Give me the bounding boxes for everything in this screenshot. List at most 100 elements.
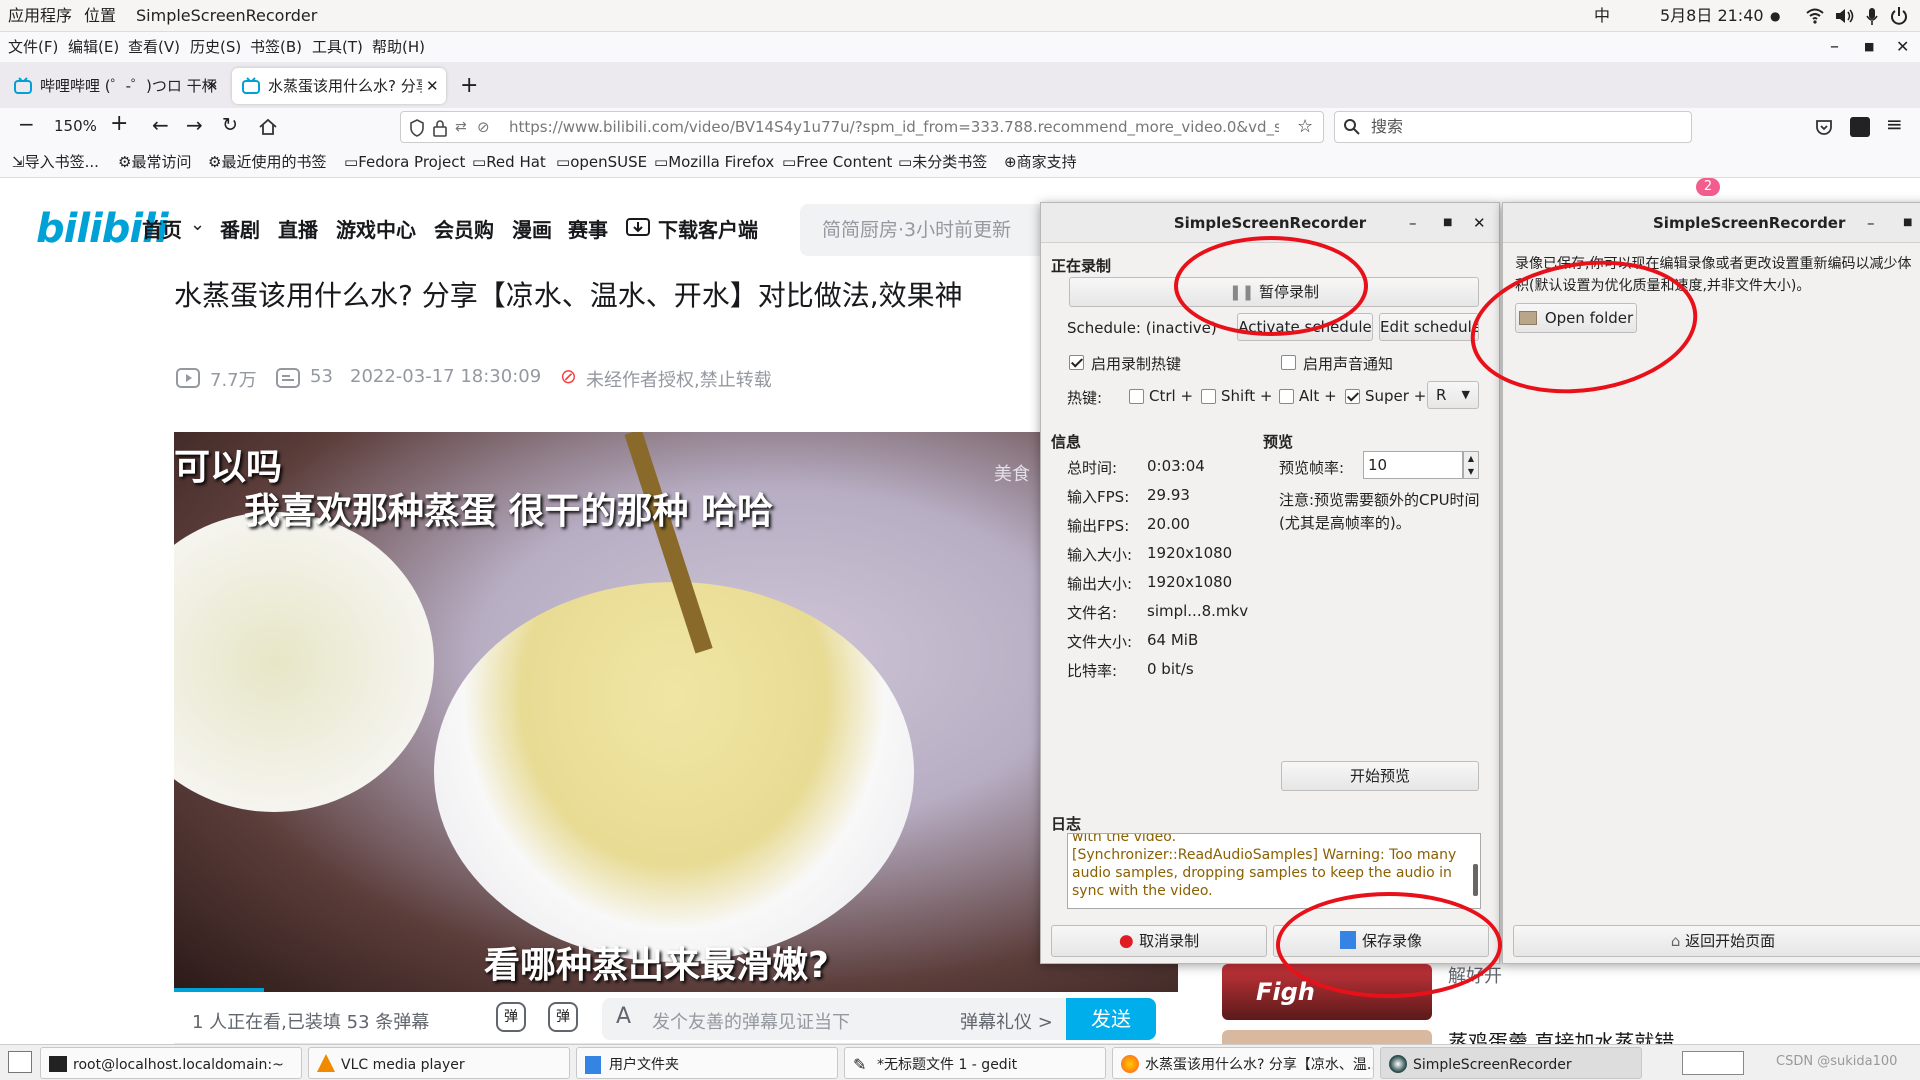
permissions-icon[interactable]: ⇄ bbox=[455, 112, 467, 142]
cancel-recording-button[interactable]: ● 取消录制 bbox=[1051, 925, 1267, 957]
tab-close-icon[interactable]: ✕ bbox=[206, 68, 219, 104]
volume-icon[interactable] bbox=[1834, 0, 1854, 32]
power-icon[interactable] bbox=[1890, 0, 1908, 32]
bookmark-mozilla[interactable]: ▭ Mozilla Firefox bbox=[654, 146, 774, 178]
site-nav-download-client[interactable]: 下载客户端 bbox=[658, 214, 758, 243]
menu-help[interactable]: 帮助(H) bbox=[372, 32, 425, 62]
bookmark-fedora[interactable]: ▭ Fedora Project bbox=[344, 146, 465, 178]
shield-icon[interactable] bbox=[409, 119, 425, 137]
site-nav-shop[interactable]: 会员购 bbox=[434, 214, 494, 243]
taskbar-firefox[interactable]: 水蒸蛋该用什么水? 分享【凉水、温... bbox=[1112, 1047, 1374, 1079]
home-icon[interactable] bbox=[258, 117, 278, 137]
spinner-arrows-icon[interactable]: ▲ ▼ bbox=[1463, 451, 1479, 479]
back-to-start-button[interactable]: ⌂ 返回开始页面 bbox=[1513, 925, 1920, 957]
taskbar-vlc[interactable]: VLC media player bbox=[308, 1047, 570, 1079]
hotkey-enable-checkbox[interactable] bbox=[1069, 355, 1084, 370]
menu-bookmarks[interactable]: 书签(B) bbox=[250, 32, 302, 62]
microphone-icon[interactable] bbox=[1864, 0, 1880, 32]
wifi-icon[interactable] bbox=[1806, 0, 1824, 32]
bookmark-star-icon[interactable]: ☆ bbox=[1297, 112, 1313, 142]
tab-bilibili-home[interactable]: 哔哩哔哩 (゜-゜)つロ 干杯 ✕ bbox=[4, 68, 230, 104]
maximize-icon[interactable]: ■ bbox=[1443, 203, 1452, 243]
super-checkbox[interactable] bbox=[1345, 389, 1360, 404]
web-search-input[interactable]: 搜索 bbox=[1334, 111, 1692, 143]
site-nav-games[interactable]: 游戏中心 bbox=[336, 214, 416, 243]
video-player[interactable]: 可以吗 我喜欢那种蒸蛋 很干的那种 哈哈 美食 看哪种蒸出来最滑嫩? bbox=[174, 432, 1178, 992]
bookmark-free-content[interactable]: ▭ Free Content bbox=[782, 146, 892, 178]
site-nav-manga[interactable]: 漫画 bbox=[512, 214, 552, 243]
log-scrollbar[interactable] bbox=[1473, 864, 1478, 896]
workspace-switcher[interactable] bbox=[1682, 1051, 1744, 1075]
video-progress[interactable] bbox=[174, 988, 264, 992]
bookmark-import[interactable]: ⇲ 导入书签... bbox=[12, 146, 99, 178]
site-nav-anime[interactable]: 番剧 bbox=[220, 214, 260, 243]
reload-icon[interactable]: ↻ bbox=[222, 114, 238, 136]
notification-badge[interactable]: 2 bbox=[1696, 178, 1720, 196]
site-nav-live[interactable]: 直播 bbox=[278, 214, 318, 243]
show-desktop-icon[interactable] bbox=[8, 1051, 32, 1073]
tab-video-active[interactable]: 水蒸蛋该用什么水? 分享 ✕ bbox=[232, 68, 446, 104]
danmaku-input[interactable]: A 发个友善的弹幕见证当下 弹幕礼仪 > bbox=[602, 998, 1134, 1040]
start-preview-button[interactable]: 开始预览 bbox=[1281, 761, 1479, 791]
menu-history[interactable]: 历史(S) bbox=[190, 32, 241, 62]
menu-tools[interactable]: 工具(T) bbox=[312, 32, 363, 62]
close-icon[interactable]: ✕ bbox=[1896, 32, 1909, 62]
bookmark-redhat[interactable]: ▭ Red Hat bbox=[472, 146, 546, 178]
close-icon[interactable]: ✕ bbox=[1473, 203, 1486, 243]
applications-menu[interactable]: 应用程序 bbox=[8, 0, 72, 32]
bookmark-recent[interactable]: ⚙ 最近使用的书签 bbox=[208, 146, 326, 178]
minimize-icon[interactable]: – bbox=[1409, 203, 1417, 243]
menu-file[interactable]: 文件(F) bbox=[8, 32, 58, 62]
places-menu[interactable]: 位置 bbox=[84, 0, 116, 32]
bookmark-unsorted[interactable]: ▭ 未分类书签 bbox=[898, 146, 987, 178]
taskbar-gedit[interactable]: ✎ *无标题文件 1 - gedit bbox=[844, 1047, 1106, 1079]
url-text[interactable]: https://www.bilibili.com/video/BV14S4y1u… bbox=[509, 112, 1279, 142]
recommend-title[interactable]: 蒸鸡蛋羹,直接加水蒸就错 bbox=[1448, 1026, 1674, 1044]
back-arrow-icon[interactable]: ← bbox=[152, 113, 169, 137]
zoom-out-button[interactable]: − bbox=[18, 112, 35, 136]
minimize-icon[interactable]: – bbox=[1830, 32, 1839, 62]
menu-edit[interactable]: 编辑(E) bbox=[68, 32, 119, 62]
maximize-icon[interactable]: ■ bbox=[1864, 32, 1874, 62]
taskbar-ssr[interactable]: SimpleScreenRecorder bbox=[1380, 1047, 1642, 1079]
clock[interactable]: 5月8日 21:40 bbox=[1660, 0, 1764, 32]
pocket-icon[interactable] bbox=[1814, 117, 1834, 137]
bookmark-most-visited[interactable]: ⚙ 最常访问 bbox=[118, 146, 191, 178]
send-danmaku-button[interactable]: 发送 bbox=[1066, 998, 1156, 1040]
extension-icon[interactable] bbox=[1850, 117, 1870, 137]
zoom-level[interactable]: 150% bbox=[54, 117, 97, 135]
taskbar-files[interactable]: 用户文件夹 bbox=[576, 1047, 838, 1079]
chevron-down-icon[interactable]: ⌄ bbox=[190, 214, 205, 235]
text-style-icon[interactable]: A bbox=[616, 1004, 631, 1029]
danmaku-toggle-icon[interactable]: 弹 bbox=[496, 1002, 526, 1032]
download-icon[interactable] bbox=[626, 216, 650, 238]
new-tab-button[interactable]: + bbox=[460, 68, 478, 104]
site-search-input[interactable]: 简简厨房·3小时前更新 bbox=[800, 204, 1050, 256]
forward-arrow-icon[interactable]: → bbox=[186, 113, 203, 137]
active-app-name[interactable]: SimpleScreenRecorder bbox=[136, 0, 317, 32]
bookmark-merchant[interactable]: ⊕ 商家支持 bbox=[1004, 146, 1077, 178]
hamburger-menu-icon[interactable]: ≡ bbox=[1886, 112, 1903, 136]
preview-fps-input[interactable]: 10 bbox=[1363, 451, 1463, 479]
danmaku-etiquette-link[interactable]: 弹幕礼仪 > bbox=[960, 1008, 1053, 1034]
site-nav-home[interactable]: 首页 bbox=[142, 214, 182, 243]
site-nav-events[interactable]: 赛事 bbox=[568, 214, 608, 243]
lock-icon[interactable] bbox=[433, 119, 447, 137]
minimize-icon[interactable]: – bbox=[1867, 203, 1875, 243]
zoom-in-button[interactable]: + bbox=[110, 111, 128, 136]
edit-schedule-button[interactable]: Edit schedule bbox=[1379, 313, 1479, 341]
menu-view[interactable]: 查看(V) bbox=[128, 32, 180, 62]
ssr2-title-bar[interactable]: SimpleScreenRecorder – ■ bbox=[1503, 203, 1920, 243]
alt-checkbox[interactable] bbox=[1279, 389, 1294, 404]
bookmark-opensuse[interactable]: ▭ openSUSE bbox=[556, 146, 647, 178]
url-bar[interactable]: ⇄ ⊘ https://www.bilibili.com/video/BV14S… bbox=[400, 111, 1324, 143]
danmaku-settings-icon[interactable]: 弹 bbox=[548, 1002, 578, 1032]
input-method-indicator[interactable]: 中 bbox=[1594, 0, 1610, 32]
maximize-icon[interactable]: ■ bbox=[1903, 203, 1912, 243]
hotkey-key-select[interactable]: R ▼ bbox=[1427, 381, 1479, 409]
shift-checkbox[interactable] bbox=[1201, 389, 1216, 404]
sound-notify-checkbox[interactable] bbox=[1281, 355, 1296, 370]
autoplay-blocked-icon[interactable]: ⊘ bbox=[477, 112, 490, 142]
ctrl-checkbox[interactable] bbox=[1129, 389, 1144, 404]
recommend-thumbnail-2[interactable] bbox=[1222, 1030, 1432, 1044]
